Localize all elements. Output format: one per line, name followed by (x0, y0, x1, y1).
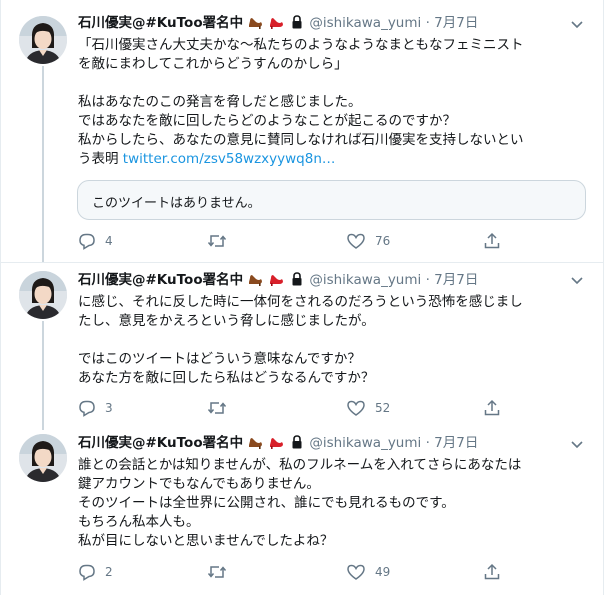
display-name[interactable]: 石川優実@#KuToo署名中 (78, 272, 243, 288)
user-handle[interactable]: @ishikawa_yumi (309, 15, 421, 31)
like-button[interactable]: 52 (346, 398, 390, 418)
separator-dot: · (425, 15, 430, 31)
quote-unavailable-text: このツイートはありません。 (92, 196, 261, 211)
tweet-actions: 3 52 (78, 398, 518, 418)
speech-bubble-icon (78, 232, 96, 250)
high-heel-red-emoji (269, 435, 284, 452)
tweet-text: 「石川優実さん大丈夫かな〜私たちのようなようなまともなフェミニスト を敵にまわし… (78, 36, 593, 169)
high-heel-red-emoji (269, 15, 284, 32)
retweet-arrows-icon (207, 563, 227, 581)
share-button[interactable] (483, 231, 501, 251)
chevron-down-icon[interactable] (569, 436, 585, 452)
high-heel-brown-emoji (248, 435, 263, 452)
like-button[interactable]: 76 (346, 231, 390, 251)
tweet-header: 石川優実@#KuToo署名中 @ishikawa_yumi · 7月7日 (78, 14, 578, 32)
timestamp[interactable]: 7月7日 (434, 15, 478, 31)
high-heel-red-emoji (269, 272, 284, 289)
chevron-down-icon[interactable] (569, 16, 585, 32)
like-button[interactable]: 49 (346, 562, 390, 582)
heart-outline-icon (346, 232, 366, 250)
display-name[interactable]: 石川優実@#KuToo署名中 (78, 435, 243, 451)
timestamp[interactable]: 7月7日 (434, 435, 478, 451)
tweet-text-content: 「石川優実さん大丈夫かな〜私たちのようなようなまともなフェミニスト を敵にまわし… (78, 37, 524, 167)
tweet-header: 石川優実@#KuToo署名中 @ishikawa_yumi · 7月7日 (78, 434, 578, 452)
timestamp[interactable]: 7月7日 (434, 272, 478, 288)
tweet-header: 石川優実@#KuToo署名中 @ishikawa_yumi · 7月7日 (78, 271, 578, 289)
quoted-tweet-unavailable[interactable]: このツイートはありません。 (77, 180, 586, 220)
tweet-1[interactable]: 石川優実@#KuToo署名中 @ishikawa_yumi · 7月7日 「石川… (1, 0, 603, 262)
avatar[interactable] (19, 16, 67, 64)
retweet-button[interactable] (207, 562, 236, 582)
heart-outline-icon (346, 563, 366, 581)
tweet-text: に感じ、それに反した時に一体何をされるのだろうという恐怖を感じまし たし、意見を… (78, 293, 593, 388)
retweet-arrows-icon (207, 399, 227, 417)
speech-bubble-icon (78, 399, 96, 417)
avatar[interactable] (19, 271, 67, 319)
tweet-actions: 4 76 (78, 231, 518, 251)
thread-line (42, 66, 44, 262)
retweet-button[interactable] (207, 398, 236, 418)
reply-button[interactable]: 4 (78, 231, 113, 251)
lock-icon (291, 15, 303, 32)
tweet-text-content: に感じ、それに反した時に一体何をされるのだろうという恐怖を感じまし たし、意見を… (78, 294, 523, 386)
speech-bubble-icon (78, 563, 96, 581)
user-handle[interactable]: @ishikawa_yumi (309, 272, 421, 288)
chevron-down-icon[interactable] (569, 272, 585, 288)
like-count: 49 (375, 565, 391, 579)
tweet-2[interactable]: 石川優実@#KuToo署名中 @ishikawa_yumi · 7月7日 に感じ… (1, 262, 603, 430)
share-button[interactable] (483, 398, 501, 418)
tweet-text: 誰との会話とかは知りませんが、私のフルネームを入れてさらにあなたは 鍵アカウント… (78, 456, 593, 551)
share-button[interactable] (483, 562, 501, 582)
display-name[interactable]: 石川優実@#KuToo署名中 (78, 15, 243, 31)
share-upload-icon (483, 232, 501, 250)
like-count: 52 (375, 401, 391, 415)
share-upload-icon (483, 399, 501, 417)
retweet-arrows-icon (207, 232, 227, 250)
tweet-text-content: 誰との会話とかは知りませんが、私のフルネームを入れてさらにあなたは 鍵アカウント… (78, 457, 522, 549)
reply-button[interactable]: 3 (78, 398, 113, 418)
user-handle[interactable]: @ishikawa_yumi (309, 435, 421, 451)
tweet-3[interactable]: 石川優実@#KuToo署名中 @ishikawa_yumi · 7月7日 誰との… (1, 429, 603, 595)
retweet-button[interactable] (207, 231, 236, 251)
high-heel-brown-emoji (248, 272, 263, 289)
tweet-actions: 2 49 (78, 562, 518, 582)
heart-outline-icon (346, 399, 366, 417)
reply-count: 4 (105, 234, 113, 248)
avatar[interactable] (19, 434, 67, 482)
tweet-link[interactable]: twitter.com/zsv58wzxyywq8n… (123, 151, 336, 167)
timeline-border-right (603, 0, 604, 595)
reply-count: 2 (105, 565, 113, 579)
like-count: 76 (375, 234, 391, 248)
separator-dot: · (425, 435, 430, 451)
reply-count: 3 (105, 401, 113, 415)
lock-icon (291, 272, 303, 289)
separator-dot: · (425, 272, 430, 288)
lock-icon (291, 435, 303, 452)
high-heel-brown-emoji (248, 15, 263, 32)
share-upload-icon (483, 563, 501, 581)
thread-line (42, 321, 44, 430)
reply-button[interactable]: 2 (78, 562, 113, 582)
